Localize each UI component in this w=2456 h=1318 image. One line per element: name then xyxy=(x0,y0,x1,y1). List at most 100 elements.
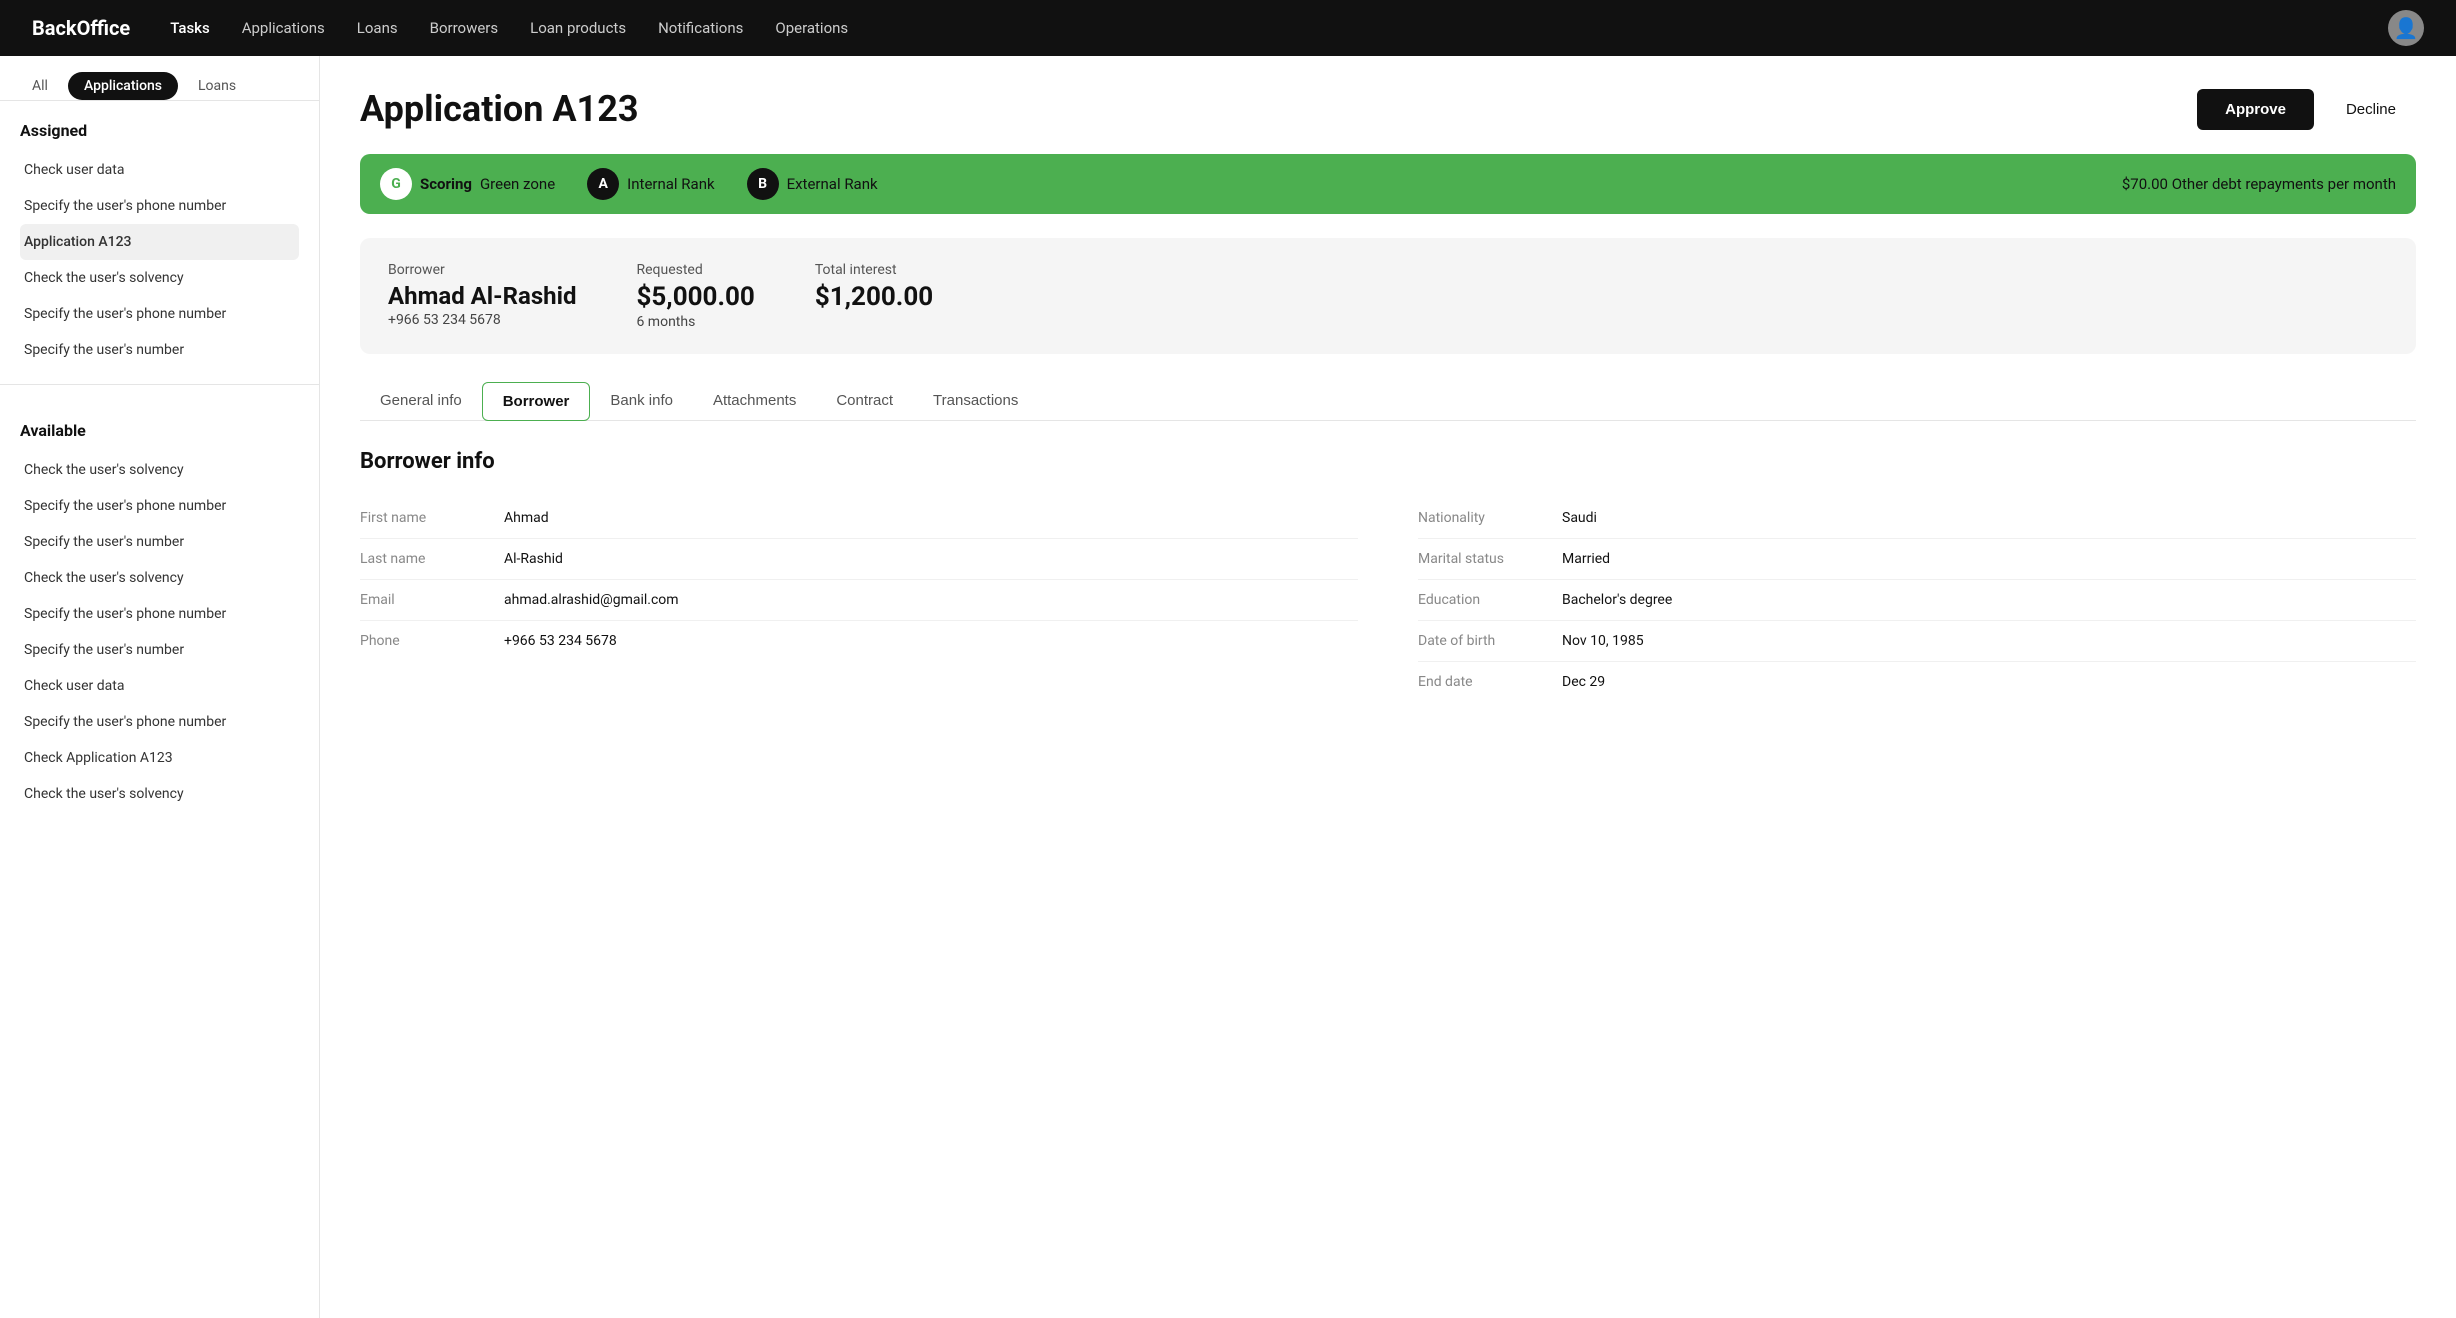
assigned-title: Assigned xyxy=(20,121,299,140)
borrower-info-section: Borrower info First name Ahmad Last name… xyxy=(360,449,2416,702)
sidebar-item-check-user-data[interactable]: Check user data xyxy=(20,152,299,188)
info-row-education: Education Bachelor's degree xyxy=(1418,580,2416,621)
requested-label: Requested xyxy=(636,262,754,278)
internal-rank-icon: A xyxy=(587,168,619,200)
sidebar-tab-all[interactable]: All xyxy=(16,72,64,100)
approve-button[interactable]: Approve xyxy=(2197,89,2314,130)
sidebar-item-avail-5[interactable]: Specify the user's phone number xyxy=(20,596,299,632)
sidebar-item-avail-3[interactable]: Specify the user's number xyxy=(20,524,299,560)
nav-operations[interactable]: Operations xyxy=(775,19,848,37)
page-title: Application A123 xyxy=(360,88,639,130)
education-value: Bachelor's degree xyxy=(1562,592,1672,608)
external-rank-label: External Rank xyxy=(787,175,878,193)
scoring-item-external: B External Rank xyxy=(747,168,878,200)
email-value: ahmad.alrashid@gmail.com xyxy=(504,592,679,608)
info-row-marital: Marital status Married xyxy=(1418,539,2416,580)
nav-notifications[interactable]: Notifications xyxy=(658,19,743,37)
nav-loans[interactable]: Loans xyxy=(357,19,398,37)
tab-general-info[interactable]: General info xyxy=(360,382,482,421)
summary-borrower: Borrower Ahmad Al-Rashid +966 53 234 567… xyxy=(388,262,576,330)
sidebar-item-avail-2[interactable]: Specify the user's phone number xyxy=(20,488,299,524)
sidebar-item-specify-number-1[interactable]: Specify the user's number xyxy=(20,332,299,368)
info-row-lastname: Last name Al-Rashid xyxy=(360,539,1358,580)
external-rank-icon: B xyxy=(747,168,779,200)
total-interest-amount: $1,200.00 xyxy=(815,282,933,312)
top-navigation: BackOffice Tasks Applications Loans Borr… xyxy=(0,0,2456,56)
total-interest-label: Total interest xyxy=(815,262,933,278)
sidebar-tab-applications[interactable]: Applications xyxy=(68,72,178,100)
dob-value: Nov 10, 1985 xyxy=(1562,633,1644,649)
sidebar-item-avail-7[interactable]: Check user data xyxy=(20,668,299,704)
logo: BackOffice xyxy=(32,16,130,40)
borrower-phone: +966 53 234 5678 xyxy=(388,312,576,328)
tab-transactions[interactable]: Transactions xyxy=(913,382,1038,421)
avatar[interactable]: 👤 xyxy=(2388,10,2424,46)
firstname-value: Ahmad xyxy=(504,510,549,526)
debt-label: Other debt repayments per month xyxy=(2172,175,2396,193)
sidebar-item-application-a123[interactable]: Application A123 xyxy=(20,224,299,260)
tab-attachments[interactable]: Attachments xyxy=(693,382,816,421)
requested-duration: 6 months xyxy=(636,314,754,330)
nav-tasks[interactable]: Tasks xyxy=(170,19,210,37)
lastname-value: Al-Rashid xyxy=(504,551,563,567)
tab-bank-info[interactable]: Bank info xyxy=(590,382,693,421)
sidebar-item-specify-phone-2[interactable]: Specify the user's phone number xyxy=(20,296,299,332)
nav-links: Tasks Applications Loans Borrowers Loan … xyxy=(170,19,2348,37)
sidebar-item-avail-10[interactable]: Check the user's solvency xyxy=(20,776,299,812)
nav-applications[interactable]: Applications xyxy=(242,19,325,37)
dob-label: Date of birth xyxy=(1418,633,1538,649)
nav-borrowers[interactable]: Borrowers xyxy=(430,19,499,37)
sidebar-available-section: Available Check the user's solvency Spec… xyxy=(0,401,319,812)
borrower-info-title: Borrower info xyxy=(360,449,2416,474)
sidebar: All Applications Loans Assigned Check us… xyxy=(0,56,320,1318)
scoring-item-green: G Scoring Green zone xyxy=(380,168,555,200)
phone-label: Phone xyxy=(360,633,480,649)
internal-rank-label: Internal Rank xyxy=(627,175,714,193)
tab-contract[interactable]: Contract xyxy=(816,382,913,421)
marital-label: Marital status xyxy=(1418,551,1538,567)
lastname-label: Last name xyxy=(360,551,480,567)
nationality-label: Nationality xyxy=(1418,510,1538,526)
main-content: Application A123 Approve Decline G Scori… xyxy=(320,56,2456,1318)
summary-requested: Requested $5,000.00 6 months xyxy=(636,262,754,330)
tab-borrower[interactable]: Borrower xyxy=(482,382,591,421)
info-row-dob: Date of birth Nov 10, 1985 xyxy=(1418,621,2416,662)
nationality-value: Saudi xyxy=(1562,510,1597,526)
sidebar-item-avail-6[interactable]: Specify the user's number xyxy=(20,632,299,668)
sidebar-item-avail-4[interactable]: Check the user's solvency xyxy=(20,560,299,596)
nav-loan-products[interactable]: Loan products xyxy=(530,19,626,37)
sidebar-item-specify-phone-1[interactable]: Specify the user's phone number xyxy=(20,188,299,224)
sidebar-item-avail-9[interactable]: Check Application A123 xyxy=(20,740,299,776)
borrower-info-right: Nationality Saudi Marital status Married… xyxy=(1418,498,2416,702)
scoring-zone: Green zone xyxy=(480,175,555,193)
borrower-name: Ahmad Al-Rashid xyxy=(388,282,576,310)
available-title: Available xyxy=(20,421,299,440)
decline-button[interactable]: Decline xyxy=(2326,89,2416,130)
enddate-label: End date xyxy=(1418,674,1538,690)
sidebar-tabs: All Applications Loans xyxy=(0,56,319,101)
scoring-label: Scoring xyxy=(420,175,472,193)
scoring-item-internal: A Internal Rank xyxy=(587,168,714,200)
sidebar-tab-loans[interactable]: Loans xyxy=(182,72,252,100)
main-header: Application A123 Approve Decline xyxy=(360,88,2416,130)
info-row-phone: Phone +966 53 234 5678 xyxy=(360,621,1358,661)
sidebar-item-avail-8[interactable]: Specify the user's phone number xyxy=(20,704,299,740)
sidebar-item-avail-1[interactable]: Check the user's solvency xyxy=(20,452,299,488)
summary-card: Borrower Ahmad Al-Rashid +966 53 234 567… xyxy=(360,238,2416,354)
borrower-info-left: First name Ahmad Last name Al-Rashid Ema… xyxy=(360,498,1358,702)
education-label: Education xyxy=(1418,592,1538,608)
info-row-nationality: Nationality Saudi xyxy=(1418,498,2416,539)
content-tabs: General info Borrower Bank info Attachme… xyxy=(360,382,2416,421)
email-label: Email xyxy=(360,592,480,608)
scoring-g-icon: G xyxy=(380,168,412,200)
info-row-enddate: End date Dec 29 xyxy=(1418,662,2416,702)
sidebar-item-check-solvency-1[interactable]: Check the user's solvency xyxy=(20,260,299,296)
borrower-info-grid: First name Ahmad Last name Al-Rashid Ema… xyxy=(360,498,2416,702)
sidebar-divider xyxy=(0,384,319,385)
requested-amount: $5,000.00 xyxy=(636,282,754,312)
phone-value: +966 53 234 5678 xyxy=(504,633,617,649)
header-actions: Approve Decline xyxy=(2197,89,2416,130)
enddate-value: Dec 29 xyxy=(1562,674,1605,690)
summary-total-interest: Total interest $1,200.00 xyxy=(815,262,933,330)
scoring-debt: $70.00 Other debt repayments per month xyxy=(2122,175,2396,193)
